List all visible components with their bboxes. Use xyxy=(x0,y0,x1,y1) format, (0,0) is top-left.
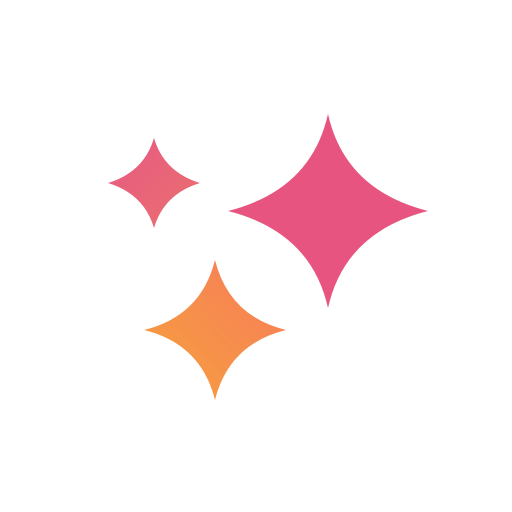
app-icon-canvas xyxy=(0,0,512,512)
bottom-sparkle-icon xyxy=(144,260,286,400)
small-sparkle-icon xyxy=(108,138,200,228)
large-sparkle-icon xyxy=(228,114,428,308)
sparkles-icon xyxy=(108,114,428,400)
